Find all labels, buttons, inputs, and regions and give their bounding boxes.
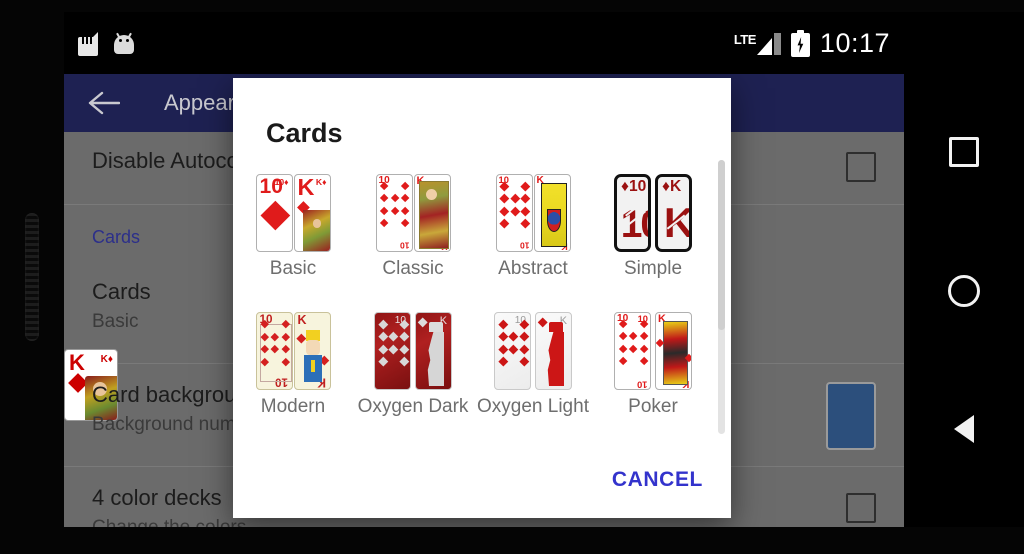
card-king-of-diamonds: ♦K K xyxy=(655,174,692,252)
card-ten-of-diamonds: 10 xyxy=(494,312,531,390)
card-option-label: Basic xyxy=(269,258,317,279)
card-king-of-diamonds: K K♦ xyxy=(293,174,331,252)
card-preview-pair: 1010KK xyxy=(255,298,331,390)
card-preview-pair: 1010KK xyxy=(495,160,571,252)
recents-square-icon[interactable] xyxy=(949,137,979,167)
cards-option-grid: 1010♦KK♦Basic1010KKClassic1010KKAbstract… xyxy=(233,156,713,438)
card-ten-of-diamonds: ♦1010 xyxy=(614,174,651,252)
card-king-of-diamonds: K xyxy=(535,312,572,390)
cancel-button[interactable]: CANCEL xyxy=(612,468,703,492)
speaker-grille xyxy=(25,213,39,341)
navigation-bar xyxy=(904,12,1024,527)
phone-screen: LTE 10:17 Appearance Disable Autocomplet… xyxy=(64,12,904,527)
scrollbar-thumb[interactable] xyxy=(718,160,725,330)
card-king-of-diamonds: KK xyxy=(293,312,331,390)
card-option-abstract[interactable]: 1010KK Abstract xyxy=(473,156,593,294)
card-king-of-diamonds: KK xyxy=(413,174,451,252)
card-option-classic[interactable]: 1010KK Classic xyxy=(353,156,473,294)
card-king-of-diamonds: KK xyxy=(533,174,571,252)
card-ten-of-diamonds: 10 10 xyxy=(375,174,413,252)
card-preview-pair: 10K xyxy=(374,298,452,390)
card-option-label: Poker xyxy=(628,396,678,417)
home-circle-icon[interactable] xyxy=(948,275,980,307)
card-option-row3a[interactable]: 10K xyxy=(233,432,353,438)
card-preview-pair: 10K xyxy=(256,436,331,438)
card-ten-of-diamonds: 101010 xyxy=(614,312,651,390)
cards-dialog: Cards 1010♦KK♦Basic1010KKClassic1010KKAb… xyxy=(233,78,731,518)
card-option-label: Simple xyxy=(623,258,683,279)
card-option-label: Oxygen Light xyxy=(477,396,589,417)
card-preview-pair: 101010KK xyxy=(614,298,692,390)
card-ten-of-diamonds: 10 10♦ xyxy=(255,174,293,252)
card-preview-pair: ♦1010♦KK xyxy=(614,160,692,252)
card-option-row3b[interactable]: 1010KK xyxy=(353,432,473,438)
card-option-label: Modern xyxy=(260,396,326,417)
back-triangle-icon[interactable] xyxy=(954,415,974,443)
card-ten-of-diamonds: 10 10 xyxy=(495,174,533,252)
card-ten-of-diamonds: 10 xyxy=(374,312,411,390)
card-preview-pair: 1010KK xyxy=(376,436,451,438)
device-frame: LTE 10:17 Appearance Disable Autocomplet… xyxy=(0,0,1024,554)
card-preview-pair: 1010KK xyxy=(375,160,451,252)
card-option-oxygen-dark[interactable]: 10 K Oxygen Dark xyxy=(353,294,473,432)
card-preview-pair: 10 10♦ K K♦ xyxy=(255,160,331,252)
card-option-poker[interactable]: 101010KK Poker xyxy=(593,294,713,432)
card-option-oxygen-light[interactable]: 10 K Oxygen Light xyxy=(473,294,593,432)
card-option-label: Classic xyxy=(382,258,444,279)
card-king-of-diamonds: KK xyxy=(655,312,692,390)
card-option-basic[interactable]: 10 10♦ K K♦ Basic xyxy=(233,156,353,294)
card-option-label: Abstract xyxy=(498,258,568,279)
card-option-modern[interactable]: 10 10 K K Modern xyxy=(233,294,353,432)
card-king-of-diamonds: K xyxy=(415,312,452,390)
dialog-title: Cards xyxy=(266,118,343,148)
card-ten-of-diamonds: 10 10 xyxy=(255,312,293,390)
card-option-simple[interactable]: ♦1010♦KK Simple xyxy=(593,156,713,294)
dialog-options-scroll[interactable]: 1010♦KK♦Basic1010KKClassic1010KKAbstract… xyxy=(233,156,731,438)
card-option-label: Oxygen Dark xyxy=(357,396,469,417)
card-preview-pair: 10K xyxy=(494,298,572,390)
